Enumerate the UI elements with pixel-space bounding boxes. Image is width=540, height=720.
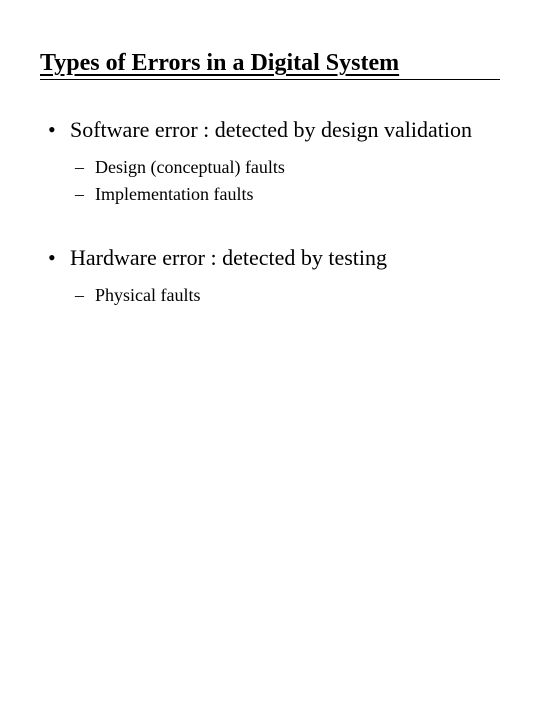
list-item-text: Hardware error : detected by testing <box>70 243 510 274</box>
list-item-text: Software error : detected by design vali… <box>70 115 510 146</box>
sub-list-item: Physical faults <box>95 282 510 309</box>
sub-list-item: Design (conceptual) faults <box>95 154 510 181</box>
sub-list: Physical faults <box>70 282 510 309</box>
main-list: Software error : detected by design vali… <box>30 115 510 309</box>
list-item: Hardware error : detected by testing Phy… <box>70 243 510 309</box>
list-item: Software error : detected by design vali… <box>70 115 510 208</box>
title-container: Types of Errors in a Digital System <box>40 50 500 80</box>
sub-list: Design (conceptual) faults Implementatio… <box>70 154 510 208</box>
sub-list-item: Implementation faults <box>95 181 510 208</box>
page-title: Types of Errors in a Digital System <box>40 50 500 77</box>
